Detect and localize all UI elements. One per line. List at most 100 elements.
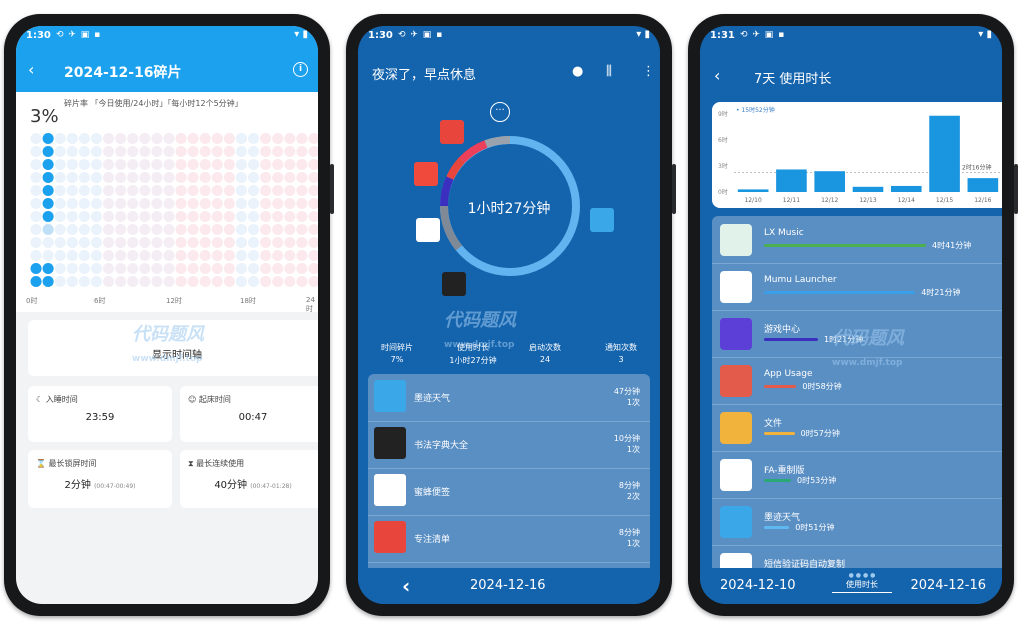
- more-apps-icon[interactable]: ···: [490, 102, 510, 122]
- list-item[interactable]: LX Music 4时41分钟: [712, 216, 1002, 264]
- list-item[interactable]: FA-重制版 0时53分钟: [712, 451, 1002, 499]
- range-end[interactable]: 2024-12-16: [910, 578, 986, 593]
- fragment-cell: [42, 197, 54, 210]
- fragment-cell: [175, 249, 187, 262]
- fragment-cell: [163, 262, 175, 275]
- fragment-cell: [151, 197, 163, 210]
- usage-bar: [764, 291, 916, 294]
- back-icon[interactable]: ‹: [714, 66, 720, 85]
- fragment-cell: [308, 132, 318, 145]
- previous-day-icon[interactable]: ‹: [402, 574, 410, 598]
- list-item[interactable]: 墨迹天气 0时51分钟: [712, 498, 1002, 546]
- list-item[interactable]: 墨迹天气 47分钟 1次: [368, 374, 650, 422]
- fragment-cell: [90, 171, 103, 184]
- usage-time: 0时53分钟: [797, 476, 837, 485]
- week-screen: 1:31 ⟲ ✈ ▣ ▪ ▾ ▮ ‹ 7天 使用时长 0时 3时 6时 9时 • 15时…: [700, 26, 1002, 604]
- phone-frame-3: 1:31 ⟲ ✈ ▣ ▪ ▾ ▮ ‹ 7天 使用时长 0时 3时 6时 9时 • 15时…: [688, 14, 1018, 616]
- fragment-cell: [102, 262, 115, 275]
- fragment-cell: [260, 249, 272, 262]
- y-tick-label: 6时: [718, 136, 728, 144]
- fragment-cell: [54, 262, 66, 275]
- weekly-chart-card: 0时 3时 6时 9时 • 15时52分钟 2时16分钟 12/10 12/11 12/12 12…: [712, 102, 1002, 208]
- usage-bar: [764, 432, 795, 435]
- list-item[interactable]: 专注清单 8分钟 1次: [368, 515, 650, 563]
- list-item[interactable]: 书法字典大全 10分钟 1次: [368, 421, 650, 469]
- fragment-cell: [260, 145, 272, 158]
- app-list[interactable]: 墨迹天气 47分钟 1次 书法字典大全 10分钟 1次 蜜蜂便签 8分钟 2次 专注清…: [368, 374, 650, 584]
- fragment-cell: [199, 249, 211, 262]
- fragment-cell: [211, 132, 223, 145]
- fragment-cell: [78, 210, 90, 223]
- fragment-cell: [54, 249, 66, 262]
- fragment-cell: [127, 145, 139, 158]
- fragment-cell: [127, 210, 139, 223]
- axis-label: 24时: [306, 296, 315, 313]
- fragment-cell: [284, 210, 296, 223]
- fragment-cell: [272, 249, 284, 262]
- usage-time: 0时58分钟: [802, 382, 842, 391]
- battery-icon: ▾ ▮: [294, 29, 308, 40]
- fragment-cell: [115, 171, 127, 184]
- bar-12/11[interactable]: [776, 169, 807, 192]
- status-time: 1:31: [710, 30, 735, 41]
- app-icon: [720, 365, 752, 397]
- fragment-cell: [151, 262, 163, 275]
- fragment-cell: [175, 275, 187, 288]
- fragment-cell: [151, 223, 163, 236]
- battery-icon: ▾ ▮: [636, 29, 650, 40]
- fragment-cell: [247, 158, 260, 171]
- range-start[interactable]: 2024-12-10: [720, 578, 796, 593]
- x-tick-label: 12/11: [783, 197, 800, 204]
- fragment-cell: [284, 197, 296, 210]
- usage-bar: [764, 244, 926, 247]
- notification-icons: ⟲ ✈ ▣ ▪: [398, 30, 444, 40]
- columns-icon[interactable]: ⫼: [606, 64, 612, 79]
- fragment-cell: [308, 249, 318, 262]
- sort-mode[interactable]: ● ● ● ● 使用时长: [832, 572, 892, 593]
- app-list[interactable]: LX Music 4时41分钟 Mumu Launcher 4时21分钟 游戏中心 1时2…: [712, 216, 1002, 578]
- fragment-cell: [78, 262, 90, 275]
- bar-12/10[interactable]: [737, 189, 769, 192]
- list-item[interactable]: 文件 0时57分钟: [712, 404, 1002, 452]
- fragment-cell: [30, 132, 42, 145]
- fragment-cell: [30, 158, 42, 171]
- fragment-cell: [78, 158, 90, 171]
- fragment-cell: [139, 275, 151, 288]
- fragment-cell: [90, 275, 103, 288]
- user-icon[interactable]: ●: [572, 64, 583, 79]
- fragment-cell: [308, 158, 318, 171]
- fragment-cell: [223, 236, 235, 249]
- bar-12/12[interactable]: [814, 171, 846, 192]
- bar-12/13[interactable]: [852, 186, 884, 192]
- stat-usage: 使用时长 1小时27分钟: [449, 343, 497, 365]
- weekly-bar-chart: 0时 3时 6时 9时 • 15时52分钟 2时16分钟 12/10 12/11 12/12 12…: [718, 106, 1002, 204]
- back-icon[interactable]: ‹: [28, 60, 34, 79]
- fragment-cell: [139, 223, 151, 236]
- bar-12/14[interactable]: [890, 185, 922, 192]
- list-item[interactable]: Mumu Launcher 4时21分钟: [712, 263, 1002, 311]
- fragment-cell: [139, 132, 151, 145]
- status-bar: 1:31 ⟲ ✈ ▣ ▪ ▾ ▮: [700, 26, 1002, 46]
- fragment-cell: [127, 262, 139, 275]
- fragment-cell: [66, 275, 78, 288]
- info-icon[interactable]: i: [293, 62, 308, 77]
- current-date[interactable]: 2024-12-16: [470, 578, 546, 593]
- fragment-cell: [296, 249, 308, 262]
- fragment-cell: [102, 132, 115, 145]
- bar-12/15[interactable]: [929, 115, 960, 192]
- more-icon[interactable]: ⋮: [642, 64, 655, 79]
- fragment-cell: [199, 197, 211, 210]
- fragment-cell: [272, 158, 284, 171]
- sleep-icon: ☾: [36, 395, 44, 404]
- fragment-cell: [54, 236, 66, 249]
- bar-12/16[interactable]: [967, 178, 999, 192]
- fragment-cell: [235, 275, 248, 288]
- fragment-cell: [66, 262, 78, 275]
- list-item[interactable]: 蜜蜂便签 8分钟 2次: [368, 468, 650, 516]
- fragment-cell: [296, 158, 308, 171]
- fragment-cell: [30, 184, 42, 197]
- fragment-cell: [102, 236, 115, 249]
- fragment-cell: [90, 210, 103, 223]
- watermark: 代码题风 www.dmjf.top: [832, 328, 904, 368]
- date-nav: ‹ 2024-12-16: [358, 568, 660, 604]
